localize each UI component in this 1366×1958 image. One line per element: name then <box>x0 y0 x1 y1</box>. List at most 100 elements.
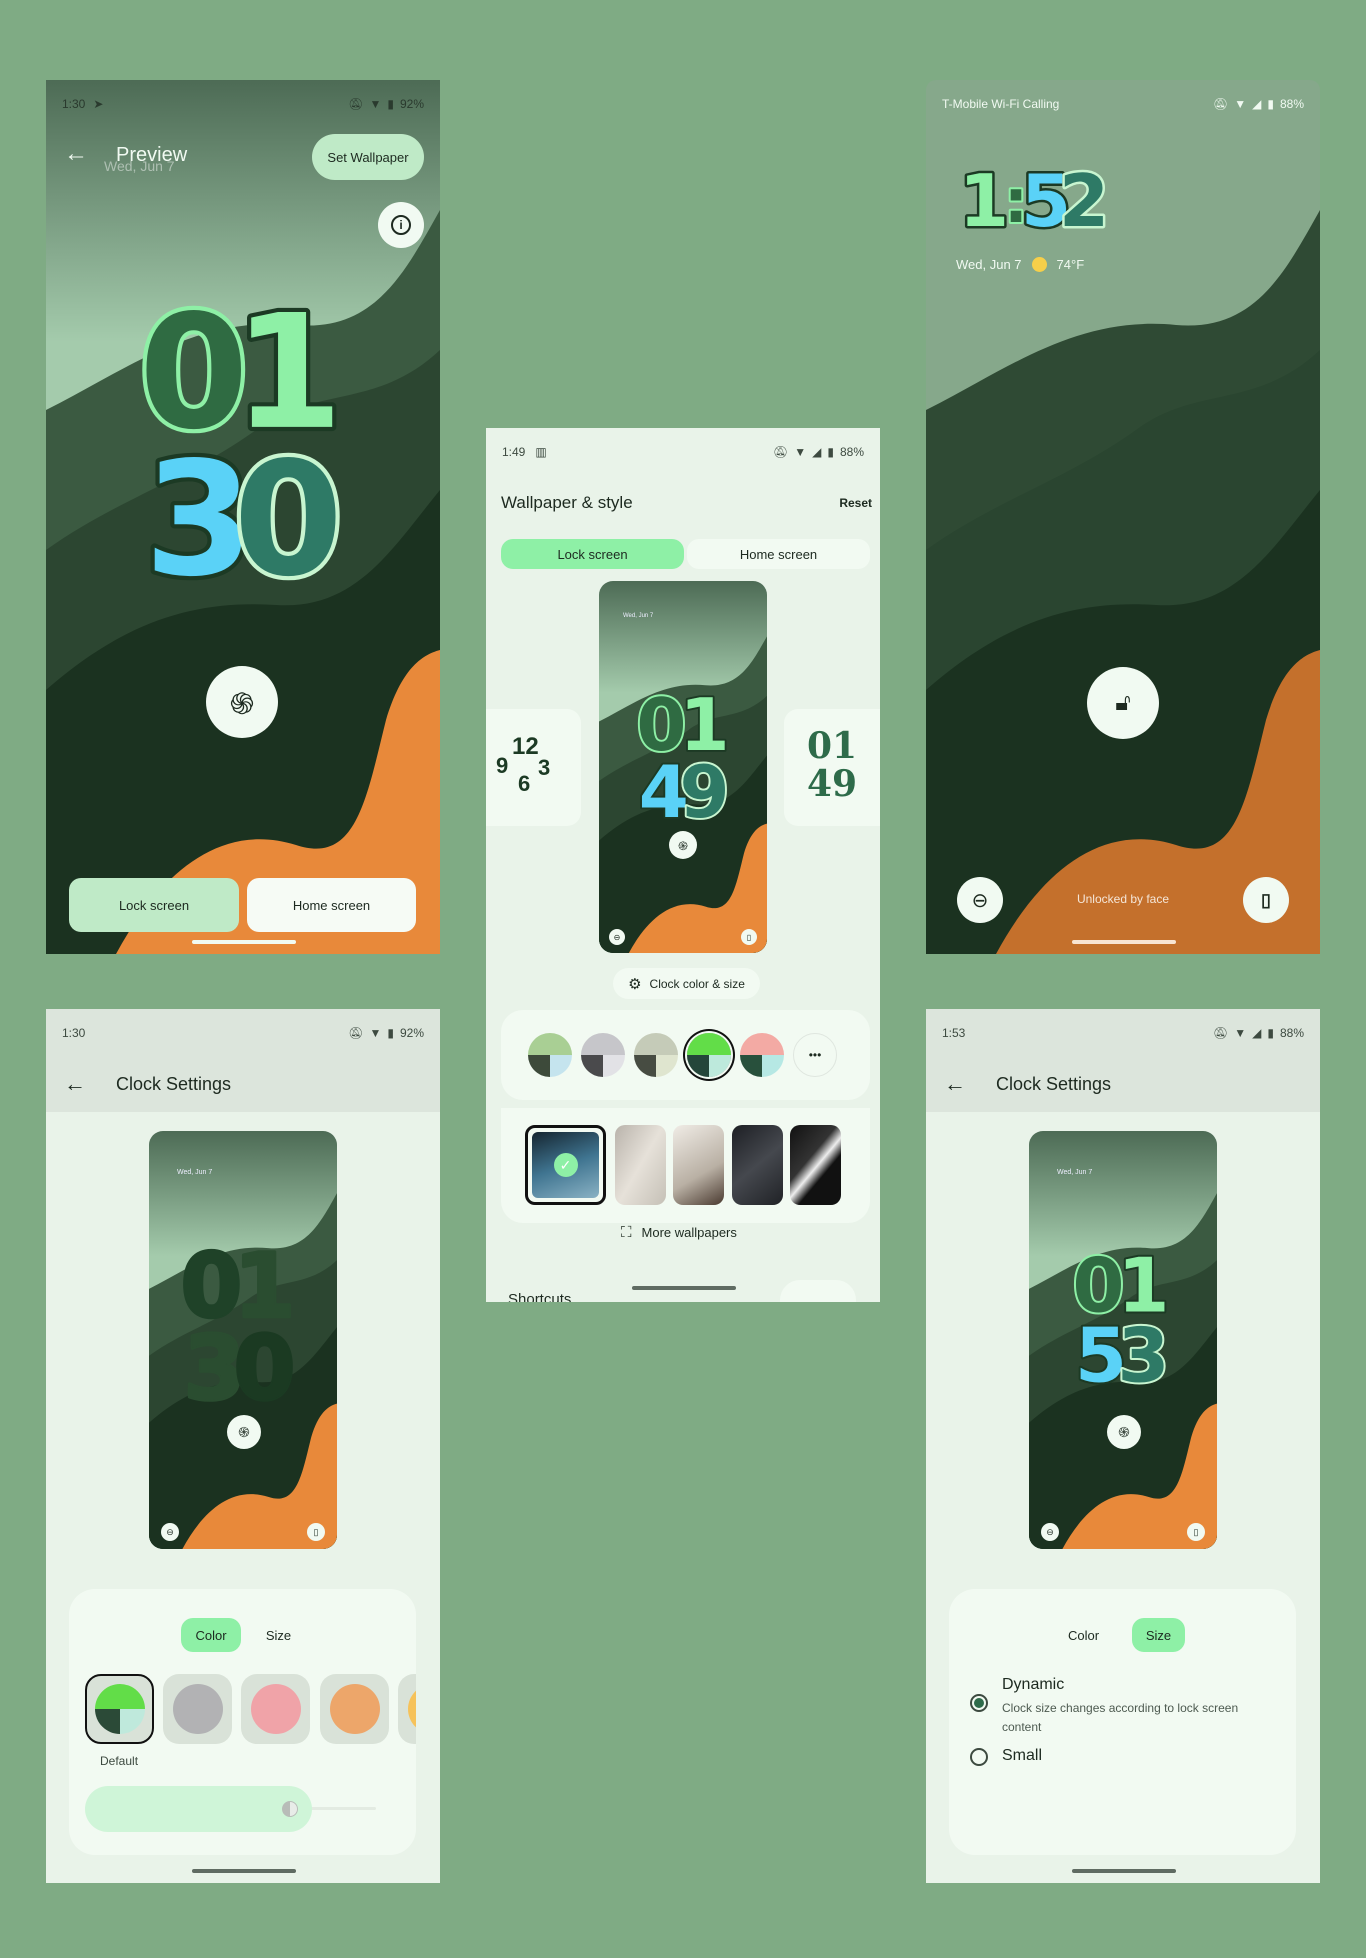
color-dot <box>407 1684 416 1734</box>
fingerprint-icon: ֍ <box>229 687 255 721</box>
status-bar: 1:53 🔕︎ ▼ ◢ ▮ 88% <box>942 1023 1304 1043</box>
more-wallpapers-button[interactable]: ⛶ More wallpapers <box>621 1224 737 1241</box>
slider-fill <box>85 1786 312 1832</box>
clock-color-size-button[interactable]: ⚙ Clock color & size <box>613 968 760 999</box>
check-icon: ✓ <box>553 1153 578 1177</box>
clock-numeral: 6 <box>518 771 531 796</box>
temperature: 74°F <box>1056 257 1085 272</box>
flashlight-button[interactable]: ▯ <box>1243 877 1289 923</box>
color-swatch[interactable] <box>740 1033 784 1077</box>
nav-handle[interactable] <box>1072 940 1176 944</box>
color-label-default: Default <box>100 1754 139 1768</box>
clock-face: 0 1 3 0 <box>136 290 346 590</box>
clock-hours: 01 <box>806 725 858 767</box>
battery-icon: ▮ <box>1267 1026 1274 1040</box>
flashlight-icon: ▯ <box>741 929 757 945</box>
back-arrow-icon[interactable]: ← <box>944 1071 966 1097</box>
wallpaper-thumbnail[interactable] <box>673 1125 724 1205</box>
tab-home-screen[interactable]: Home screen <box>687 539 870 569</box>
wallpaper-thumbnail[interactable] <box>615 1125 666 1205</box>
flashlight-icon: ▯ <box>1261 889 1271 910</box>
clock-color-default[interactable] <box>85 1674 154 1744</box>
tab-lock-screen[interactable]: Lock screen <box>501 539 684 569</box>
nav-handle[interactable] <box>192 1869 296 1873</box>
clock-settings-color-screen: 1:30 🔕︎ ▼ ▮ 92% ← Clock Settings Wed, Jun 7… <box>46 1009 440 1883</box>
more-colors-button[interactable]: ••• <box>793 1033 837 1077</box>
reset-button[interactable]: Reset <box>839 496 872 510</box>
nav-handle[interactable] <box>1072 1869 1176 1873</box>
clock-color-size-label: Clock color & size <box>649 976 745 991</box>
color-dot <box>94 1684 145 1734</box>
clock-digit: 3 <box>1117 1311 1169 1390</box>
wallpaper-style-screen: 1:49 ▥ 🔕︎ ▼ ◢ ▮ 88% Wallpaper & style Reset L… <box>486 428 880 1302</box>
clock-style-option-analog[interactable]: 12 9 3 6 <box>486 709 581 826</box>
preview-date: Wed, Jun 7 <box>623 613 654 619</box>
status-time: 1:30 <box>62 97 86 111</box>
clock-color-option[interactable] <box>320 1674 389 1744</box>
fingerprint-icon: ֍ <box>1107 1415 1141 1449</box>
status-time: 1:53 <box>942 1026 966 1040</box>
date-label: Wed, Jun 7 <box>956 257 1022 272</box>
image-frame-icon: ⛶ <box>621 1224 632 1241</box>
clock-numeral: 12 <box>512 733 539 760</box>
flashlight-icon: ▯ <box>1187 1523 1205 1541</box>
clock-style-option-serif[interactable]: 01 49 <box>784 709 880 826</box>
info-button[interactable]: i <box>378 202 424 248</box>
unlocked-padlock-icon: 🔓︎ <box>1115 689 1131 716</box>
clock-color-option[interactable] <box>163 1674 232 1744</box>
do-not-disturb-icon: ⊖ <box>609 929 625 945</box>
gear-icon: ⚙ <box>628 975 642 993</box>
status-time: 1:49 <box>502 445 526 459</box>
chart-icon: ▥ <box>535 445 547 459</box>
nav-handle[interactable] <box>632 1286 736 1290</box>
nav-handle[interactable] <box>192 940 296 944</box>
color-swatch[interactable] <box>634 1033 678 1077</box>
color-swatch-selected[interactable] <box>687 1033 731 1077</box>
signal-icon: ◢ <box>1252 97 1262 111</box>
do-not-disturb-icon: ⊖ <box>1041 1523 1059 1541</box>
shortcut-tile[interactable] <box>780 1280 856 1302</box>
wifi-icon: ▼ <box>794 445 807 459</box>
wallpaper-thumbnail-selected[interactable]: ✓ <box>525 1125 606 1205</box>
sun-icon <box>1031 257 1047 272</box>
tab-lock-screen[interactable]: Lock screen <box>69 878 239 932</box>
clock-tone-slider[interactable] <box>85 1786 376 1832</box>
option-description-dynamic: Clock size changes according to lock scr… <box>1002 1701 1239 1734</box>
radio-small[interactable] <box>970 1748 988 1766</box>
tab-home-screen[interactable]: Home screen <box>247 878 416 932</box>
back-arrow-icon[interactable]: ← <box>64 140 88 168</box>
set-wallpaper-button[interactable]: Set Wallpaper <box>312 134 424 180</box>
more-wallpapers-label: More wallpapers <box>641 1225 737 1240</box>
radio-dynamic[interactable] <box>970 1694 988 1712</box>
preview-date: Wed, Jun 7 <box>1057 1169 1093 1176</box>
clock-color-option[interactable] <box>241 1674 310 1744</box>
battery-level: 88% <box>1279 1026 1304 1040</box>
clock-digit: 2 <box>1059 164 1109 234</box>
wallpaper-thumbnail[interactable] <box>790 1125 841 1205</box>
option-label-dynamic[interactable]: Dynamic <box>1002 1676 1064 1694</box>
color-swatch[interactable] <box>581 1033 625 1077</box>
contrast-icon[interactable] <box>281 1801 298 1817</box>
status-bar: T-Mobile Wi-Fi Calling 🔕︎ ▼ ◢ ▮ 88% <box>942 94 1304 114</box>
fingerprint-button[interactable]: ֍ <box>206 666 278 738</box>
color-dot <box>250 1684 301 1734</box>
color-swatch[interactable] <box>528 1033 572 1077</box>
telegram-icon: ➤ <box>93 97 104 111</box>
wifi-icon: ▼ <box>1234 1026 1247 1040</box>
option-label-small[interactable]: Small <box>1002 1747 1042 1765</box>
signal-icon: ◢ <box>812 445 822 459</box>
unlock-button[interactable]: 🔓︎ <box>1087 667 1159 739</box>
tab-size[interactable]: Size <box>1132 1618 1185 1652</box>
status-bar: 1:49 ▥ 🔕︎ ▼ ◢ ▮ 88% <box>502 442 864 462</box>
battery-level: 88% <box>839 445 864 459</box>
preview-screen: 1:30 ➤ 🔕︎ ▼ ▮ 92% ← Wed, Jun 7 Preview Set W… <box>46 80 440 954</box>
wallpaper-thumbnail[interactable] <box>732 1125 783 1205</box>
tab-color[interactable]: Color <box>1056 1618 1111 1652</box>
status-bar: 1:30 ➤ 🔕︎ ▼ ▮ 92% <box>62 94 424 114</box>
clock-color-option[interactable] <box>398 1674 416 1744</box>
lock-screen-preview[interactable]: Wed, Jun 7 0 1 4 9 ֍ ⊖ ▯ <box>599 581 767 953</box>
battery-icon: ▮ <box>387 97 394 111</box>
bell-off-icon: 🔕︎ <box>1213 1026 1229 1040</box>
carrier-label: T-Mobile Wi-Fi Calling <box>942 97 1060 111</box>
clock-digit: 0 <box>233 429 343 590</box>
